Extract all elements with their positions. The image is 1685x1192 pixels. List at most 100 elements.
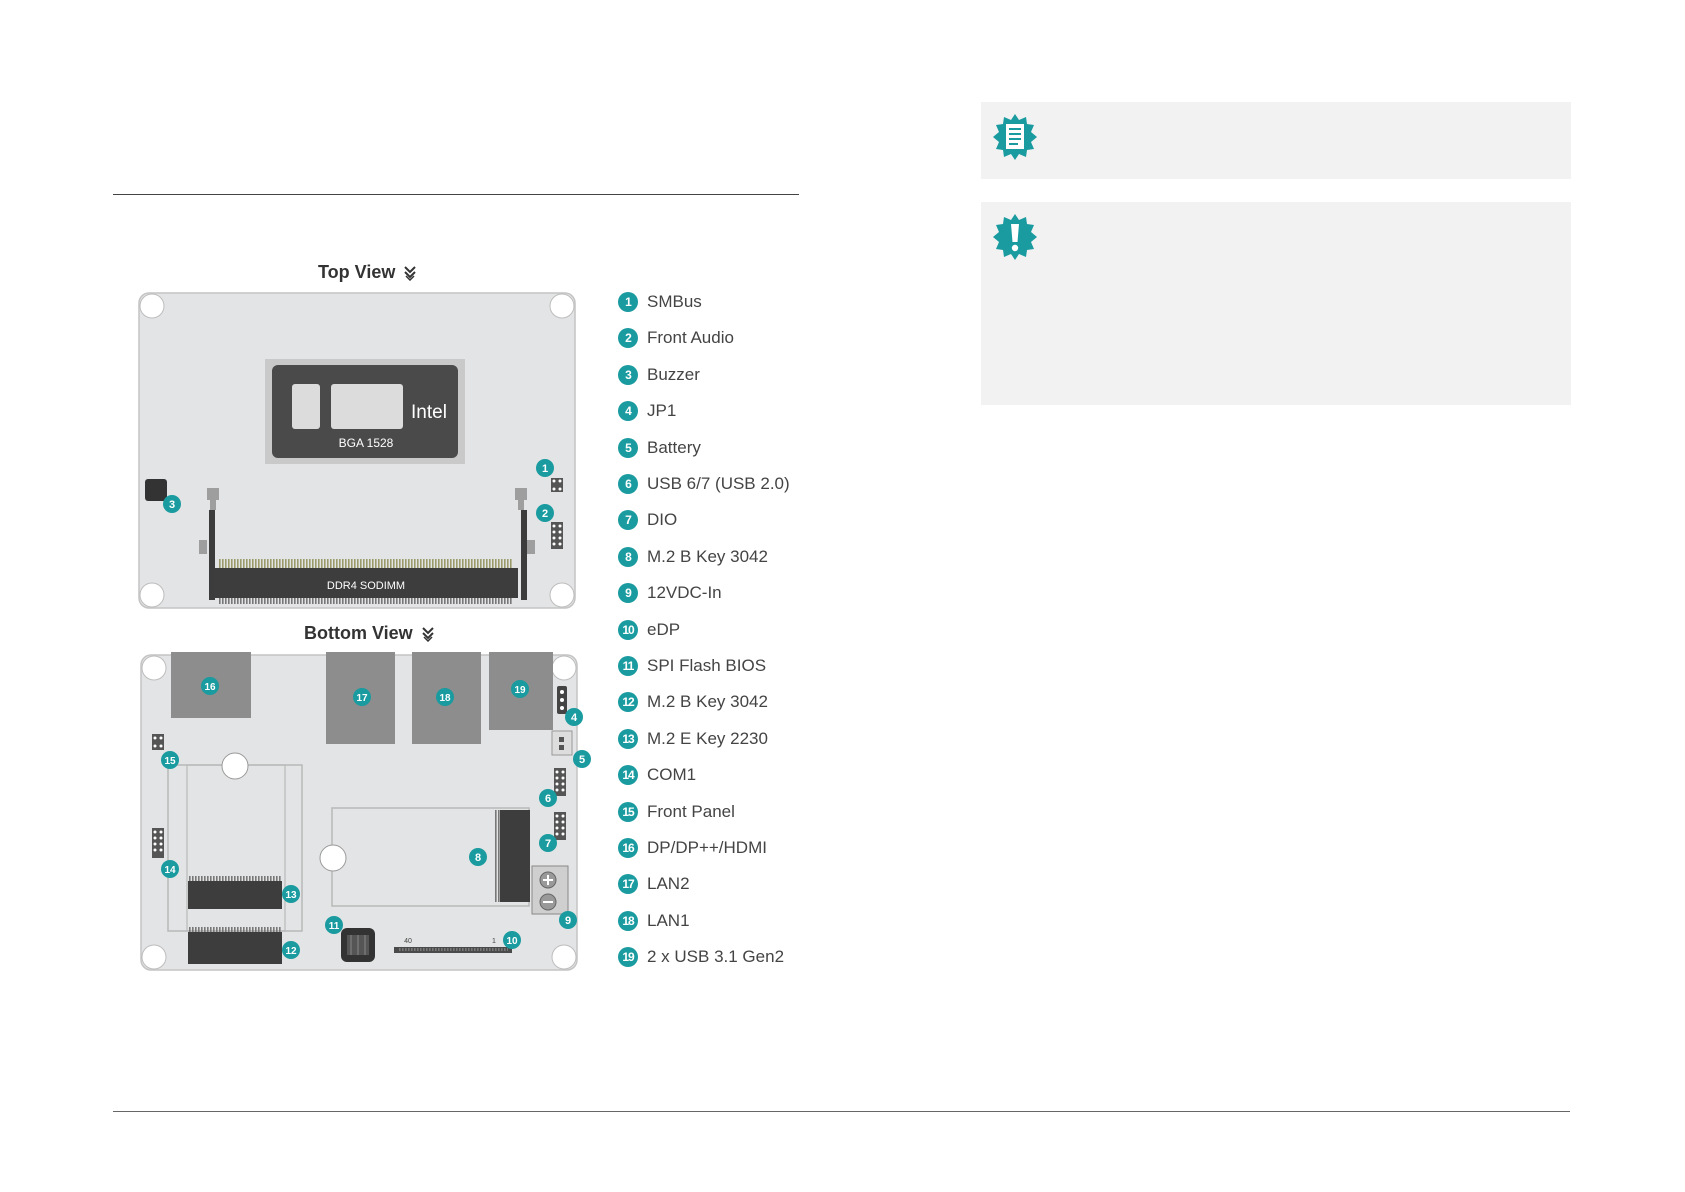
mounting-hole [549,582,575,608]
svg-text:11: 11 [329,921,340,932]
legend-item: 6 USB 6/7 (USB 2.0) [618,473,790,495]
legend-label: Front Audio [647,328,734,348]
svg-text:1: 1 [542,463,548,475]
legend-label: DIO [647,510,678,530]
callout-14: 14 [161,860,179,878]
top-board: Intel BGA 1528 DDR4 SODIMM 1 2 3 [138,292,576,609]
smbus-header [551,478,563,492]
legend-item: 12 M.2 B Key 3042 [618,691,768,713]
legend-number-badge: 10 [618,619,638,640]
legend-number-badge: 3 [618,364,638,385]
sodimm-pins-top [219,559,513,569]
com1-header [152,828,164,858]
callout-18: 18 [436,688,454,706]
m2-e-key-slot [188,881,282,909]
legend-item: 17 LAN2 [618,873,690,895]
dio-header [554,812,566,840]
legend-number-badge: 9 [618,583,638,604]
edp-pin-start: 40 [404,938,412,945]
callout-15: 15 [161,751,179,769]
front-panel-header [152,734,164,750]
memory-slot-label: DDR4 SODIMM [327,580,405,592]
callout-16: 16 [201,677,219,695]
svg-text:19: 19 [514,685,526,696]
callout-2: 2 [536,504,554,522]
legend-number-badge: 4 [618,401,638,422]
legend-number-badge: 1 [618,292,638,312]
svg-text:4: 4 [571,712,578,724]
legend-label: M.2 E Key 2230 [647,728,768,748]
jp1-jumper [557,686,567,714]
legend-number-badge: 8 [618,546,638,567]
legend-label: SMBus [647,292,702,311]
m2-b-key-3042-slot [500,810,530,902]
sodimm-tab [199,540,207,554]
cpu-die-large [331,384,403,429]
sodimm-latch [210,500,216,510]
legend-number-badge: 6 [618,474,638,494]
legend-label: COM1 [647,765,697,785]
callout-17: 17 [353,688,371,706]
legend-number-badge: 7 [618,510,638,531]
mounting-hole [139,582,165,608]
svg-text:18: 18 [439,693,451,704]
svg-text:15: 15 [164,756,176,767]
legend-item: 11 SPI Flash BIOS [618,655,766,677]
legend-label: DP/DP++/HDMI [647,838,767,857]
callout-10: 10 [503,931,521,949]
legend-label: Buzzer [647,364,700,384]
callout-3: 3 [163,495,181,513]
legend-label: Front Panel [647,801,735,821]
callout-1: 1 [536,459,554,477]
sodimm-pins-bottom [219,598,513,604]
mounting-hole [549,293,575,319]
callout-4: 4 [565,708,583,726]
legend-item: 15 Front Panel [618,801,735,823]
callout-6: 6 [539,789,557,807]
legend-label: M.2 B Key 3042 [647,546,768,566]
legend-number-badge: 15 [618,801,638,822]
callout-5: 5 [573,750,591,768]
legend-item: 16 DP/DP++/HDMI [618,837,767,859]
cpu-brand: Intel [411,402,447,423]
edp-pin-end: 1 [492,938,496,945]
spi-flash-bios [341,928,375,962]
legend-item: 18 LAN1 [618,910,690,932]
legend-label: USB 6/7 (USB 2.0) [647,474,790,493]
m2-standoff [319,844,347,872]
svg-text:5: 5 [579,754,585,766]
legend-label: eDP [647,619,681,639]
legend-number-badge: 11 [618,656,638,676]
legend-label: JP1 [647,401,677,421]
svg-text:16: 16 [204,682,216,693]
legend-label: 2 x USB 3.1 Gen2 [647,947,785,967]
legend-item: 14 COM1 [618,764,696,786]
legend-item: 13 M.2 E Key 2230 [618,728,768,750]
m2-b-key-slot [188,932,282,964]
sodimm-latch [207,488,219,500]
legend-label: 12VDC-In [647,583,722,603]
callout-19: 19 [511,680,529,698]
legend-number-badge: 5 [618,437,638,458]
legend-number-badge: 17 [618,874,638,895]
legend-item: 1 SMBus [618,291,702,313]
mounting-hole [139,293,165,319]
legend-label: LAN2 [647,874,690,894]
legend-number-badge: 12 [618,692,638,713]
mounting-hole [551,655,577,681]
callout-12: 12 [282,941,300,959]
legend-number-badge: 16 [618,838,638,858]
legend-item: 3 Buzzer [618,364,700,386]
svg-text:2: 2 [542,508,548,520]
legend-item: 2 Front Audio [618,327,734,349]
legend-number-badge: 19 [618,947,638,968]
legend-number-badge: 18 [618,910,638,931]
legend-item: 19 2 x USB 3.1 Gen2 [618,946,784,968]
buzzer [145,479,167,501]
front-audio-header [551,522,563,549]
svg-text:17: 17 [356,693,368,704]
sodimm-arm [521,510,527,600]
sodimm-latch [515,488,527,500]
svg-text:12: 12 [285,946,297,957]
sodimm-tab [527,540,535,554]
